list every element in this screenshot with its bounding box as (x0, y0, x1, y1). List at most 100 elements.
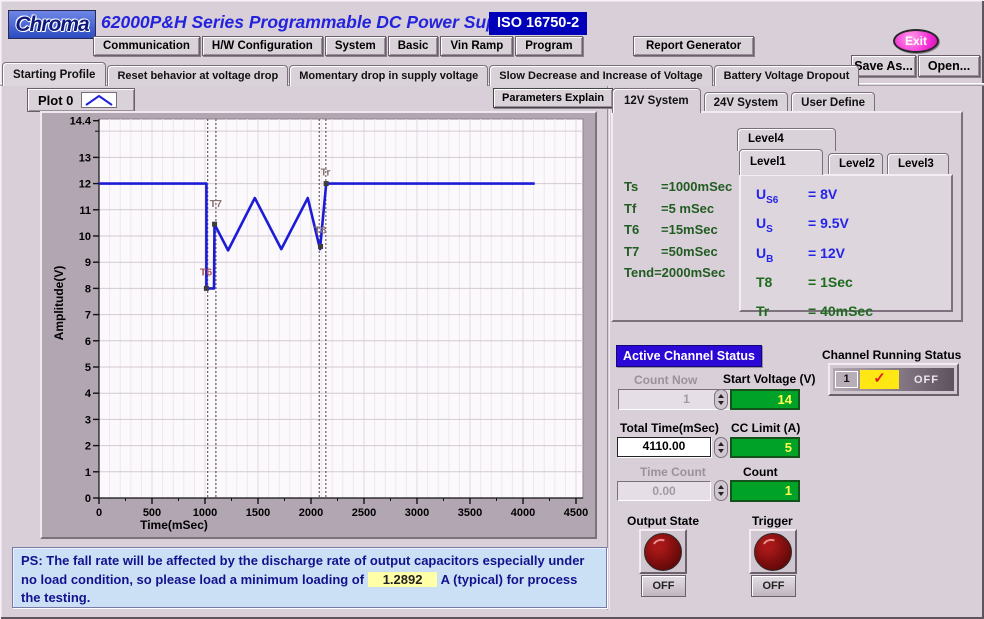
time-count-field: 0.00 (617, 481, 711, 501)
start-voltage-display[interactable]: 14 (730, 389, 800, 410)
spinner-up-icon[interactable] (718, 394, 724, 398)
tab-reset-behavior[interactable]: Reset behavior at voltage drop (107, 65, 288, 86)
svg-text:3000: 3000 (405, 507, 429, 519)
waveform-plot-panel: 0500100015002000250030003500400045000123… (40, 111, 597, 539)
spinner-up-icon[interactable] (718, 485, 724, 489)
level-param-us: US= 9.5V (756, 212, 951, 241)
spinner-up-icon[interactable] (718, 442, 724, 446)
plot-legend-icon[interactable] (81, 92, 117, 108)
tab-level2[interactable]: Level2 (828, 153, 883, 175)
count-now-label: Count Now (634, 373, 697, 387)
output-state-knob[interactable] (639, 529, 687, 574)
svg-text:T7: T7 (210, 198, 222, 210)
svg-text:Amplitude(V): Amplitude(V) (52, 266, 66, 341)
waveform-chart[interactable]: 0500100015002000250030003500400045000123… (42, 113, 595, 537)
knob-icon[interactable] (754, 533, 792, 571)
active-channel-status-badge: Active Channel Status (616, 345, 762, 367)
timing-parameters: Ts=1000mSec Tf=5 mSec T6=15mSec T7=50mSe… (624, 176, 732, 284)
tab-level3[interactable]: Level3 (887, 153, 949, 175)
tab-momentary-drop[interactable]: Momentary drop in supply voltage (289, 65, 488, 86)
tab-level4[interactable]: Level4 (737, 128, 836, 151)
tab-slow-decrease-increase[interactable]: Slow Decrease and Increase of Voltage (489, 65, 712, 86)
tab-starting-profile[interactable]: Starting Profile (2, 62, 106, 86)
level1-parameter-panel: US6= 8V US= 9.5V UB= 12V T8= 1Sec Tr= 40… (739, 174, 953, 312)
output-state-label: Output State (627, 514, 699, 528)
svg-text:2000: 2000 (299, 507, 323, 519)
time-count-label: Time Count (640, 465, 706, 479)
cc-limit-spinner[interactable] (714, 437, 728, 458)
start-voltage-label: Start Voltage (V) (723, 372, 815, 386)
trigger-off-button[interactable]: OFF (751, 575, 796, 597)
program-button[interactable]: Program (515, 36, 582, 56)
trigger-knob[interactable] (749, 529, 797, 574)
tab-battery-voltage-dropout[interactable]: Battery Voltage Dropout (714, 65, 860, 86)
vin-ramp-button[interactable]: Vin Ramp (440, 36, 513, 56)
count-display[interactable]: 1 (730, 480, 800, 502)
trigger-label: Trigger (752, 514, 793, 528)
svg-text:3500: 3500 (458, 507, 482, 519)
level-param-us6: US6= 8V (756, 183, 951, 212)
tab-user-define[interactable]: User Define (791, 92, 875, 113)
timing-param-row: Tf=5 mSec (624, 198, 732, 220)
svg-text:0: 0 (85, 493, 91, 505)
app-title: 62000P&H Series Programmable DC Power Su… (101, 12, 522, 33)
svg-text:8: 8 (85, 283, 91, 295)
svg-text:5: 5 (85, 362, 91, 374)
spinner-down-icon[interactable] (718, 401, 724, 405)
tab-level1[interactable]: Level1 (739, 149, 823, 175)
check-icon[interactable]: ✓ (860, 370, 899, 389)
ps-note: PS: The fall rate will be affected by th… (12, 547, 607, 608)
total-time-field[interactable]: 4110.00 (617, 437, 711, 457)
save-as-button[interactable]: Save As... (851, 55, 916, 77)
svg-text:2: 2 (85, 441, 91, 453)
tab-12v-system[interactable]: 12V System (612, 88, 701, 113)
svg-text:T8: T8 (314, 224, 326, 236)
svg-text:14.4: 14.4 (70, 116, 92, 128)
application-window: Chroma 62000P&H Series Programmable DC P… (0, 0, 984, 619)
plot-title: Plot 0 (38, 93, 73, 108)
svg-text:4: 4 (85, 388, 92, 400)
communication-button[interactable]: Communication (93, 36, 200, 56)
timing-param-row: T7=50mSec (624, 241, 732, 263)
count-spinner[interactable] (714, 480, 728, 501)
level-param-t8: T8= 1Sec (756, 271, 951, 300)
start-voltage-spinner[interactable] (714, 389, 728, 410)
svg-text:T6: T6 (200, 266, 212, 278)
svg-text:12: 12 (79, 179, 91, 191)
timing-param-row: Tend=2000mSec (624, 262, 732, 284)
output-state-off-button[interactable]: OFF (641, 575, 686, 597)
exit-button[interactable]: Exit (893, 29, 939, 53)
channel-running-status-cluster[interactable]: 1 ✓ OFF (828, 363, 959, 396)
svg-text:1: 1 (85, 467, 91, 479)
spinner-down-icon[interactable] (718, 492, 724, 496)
tab-24v-system[interactable]: 24V System (704, 92, 789, 113)
svg-text:3: 3 (85, 414, 91, 426)
knob-icon[interactable] (644, 533, 682, 571)
hw-configuration-button[interactable]: H/W Configuration (202, 36, 323, 56)
system-button[interactable]: System (325, 36, 386, 56)
timing-param-row: Ts=1000mSec (624, 176, 732, 198)
svg-text:13: 13 (79, 152, 91, 164)
main-menu: Communication H/W Configuration System B… (93, 36, 583, 56)
svg-text:11: 11 (79, 205, 91, 217)
report-generator-button[interactable]: Report Generator (633, 36, 754, 56)
level-param-ub: UB= 12V (756, 242, 951, 271)
minimum-loading-value: 1.2892 (368, 572, 438, 587)
svg-text:0: 0 (96, 507, 102, 519)
svg-text:9: 9 (85, 257, 91, 269)
plot-legend-bar[interactable]: Plot 0 (27, 88, 135, 112)
spinner-down-icon[interactable] (718, 449, 724, 453)
svg-text:10: 10 (79, 231, 91, 243)
cc-limit-display[interactable]: 5 (730, 437, 800, 458)
open-button[interactable]: Open... (918, 55, 980, 77)
total-time-label: Total Time(mSec) (620, 421, 719, 435)
channel-running-status-label: Channel Running Status (822, 348, 961, 362)
svg-text:6: 6 (85, 336, 91, 348)
channel-number-box: 1 (835, 371, 858, 388)
parameters-explain-button[interactable]: Parameters Explain (493, 88, 613, 108)
basic-button[interactable]: Basic (388, 36, 439, 56)
channel-running-state: OFF (901, 374, 952, 386)
svg-text:7: 7 (85, 310, 91, 322)
chroma-logo: Chroma (8, 10, 96, 39)
count-label: Count (743, 465, 778, 479)
